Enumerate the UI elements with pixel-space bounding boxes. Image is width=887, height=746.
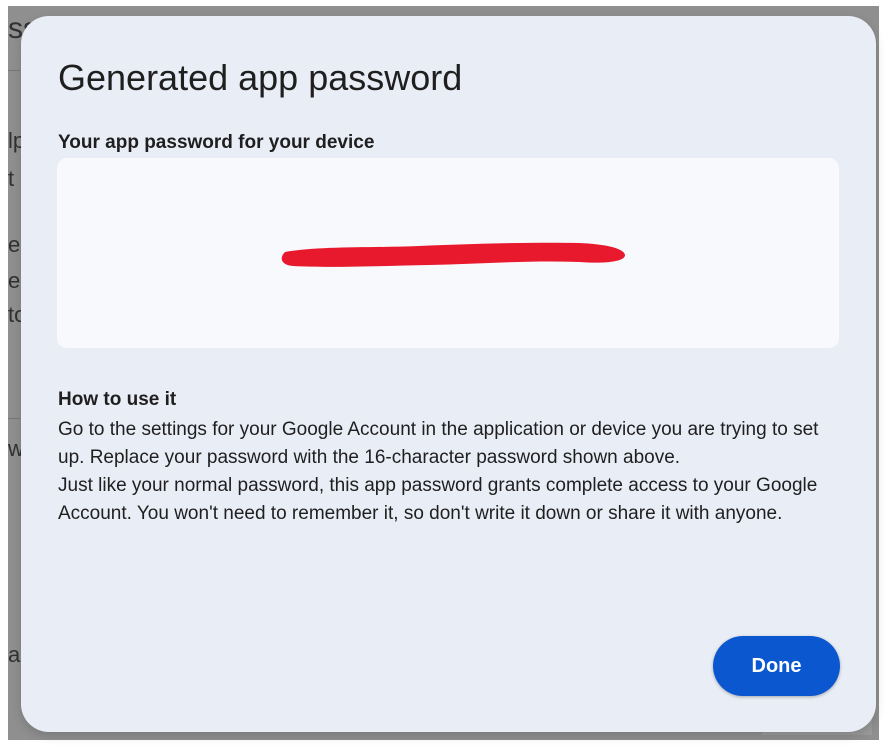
background-text: t: [8, 166, 15, 191]
howto-instructions: Go to the settings for your Google Accou…: [58, 416, 848, 528]
background-divider: [8, 70, 20, 71]
dialog-title: Generated app password: [58, 57, 463, 98]
redaction-stroke: [281, 242, 625, 267]
window-frame: [0, 0, 887, 6]
howto-heading: How to use it: [58, 389, 177, 410]
howto-paragraph: Go to the settings for your Google Accou…: [58, 419, 819, 468]
done-button[interactable]: Done: [713, 636, 840, 696]
background-divider: [8, 418, 20, 419]
background-text: e: [8, 268, 21, 293]
background-text: e: [8, 232, 21, 257]
password-label: Your app password for your device: [58, 132, 375, 153]
window-frame: [879, 0, 887, 746]
howto-paragraph: Just like your normal password, this app…: [58, 475, 818, 524]
redaction-mark: [281, 242, 625, 267]
app-password-dialog: Generated app password Your app password…: [21, 16, 876, 732]
window-frame: [0, 0, 8, 746]
window-frame: [0, 740, 887, 746]
password-box: [57, 158, 839, 348]
